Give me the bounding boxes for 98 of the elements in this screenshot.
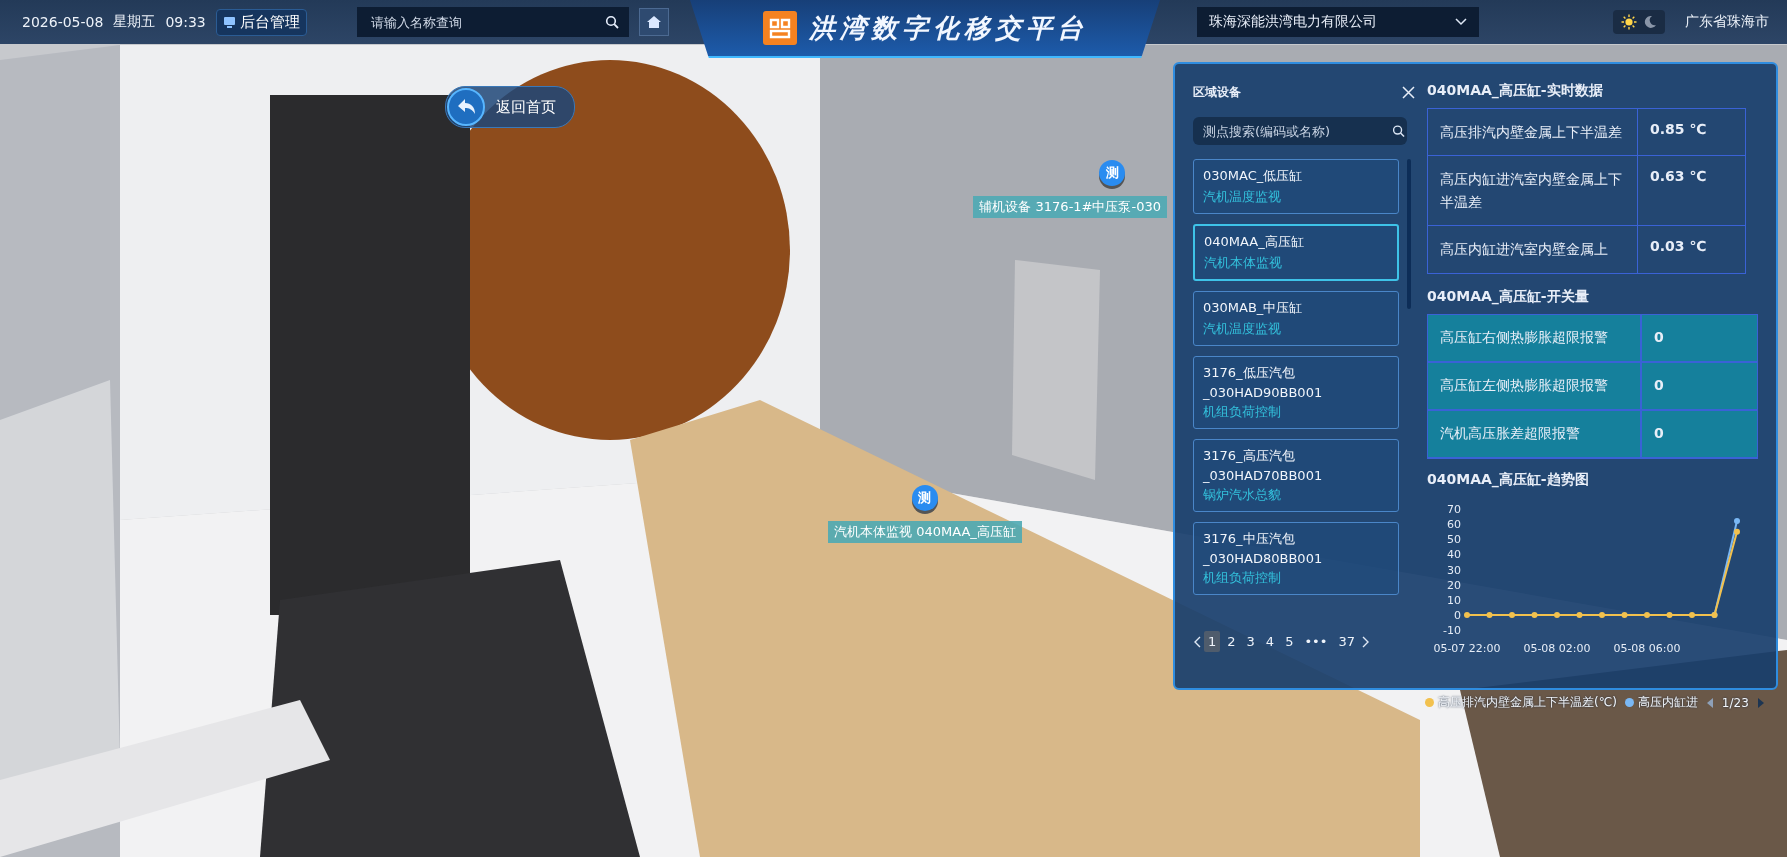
data-point <box>1509 611 1515 618</box>
device-name: _030HAD70BB001 <box>1203 468 1324 483</box>
x-tick-label: 05-08 06:00 <box>1613 641 1681 655</box>
home-button[interactable] <box>638 8 669 36</box>
device-card[interactable]: 3176_低压汽包 _030HAD90BB001 机组负荷控制 <box>1193 356 1399 429</box>
table-cell: 0 <box>1642 362 1758 409</box>
search-field[interactable]: 请输入名称查询 <box>356 7 629 37</box>
device-name: 030MAC_低压缸 <box>1203 167 1304 185</box>
location-text: 广东省珠海市 <box>1685 13 1769 31</box>
chevron-left-icon[interactable] <box>1193 635 1201 648</box>
section-title: 040MAA_高压缸-趋势图 <box>1427 470 1590 489</box>
legend-page-text: 1/23 <box>1721 695 1749 710</box>
table-cell: 0 <box>1642 410 1758 457</box>
y-tick-label: 0 <box>1454 608 1461 622</box>
y-tick-label: 20 <box>1447 578 1461 592</box>
data-point <box>1644 611 1650 618</box>
chevron-right-icon[interactable] <box>1361 635 1370 648</box>
page-button[interactable]: 1 <box>1204 631 1221 652</box>
chevron-down-icon <box>1455 18 1467 26</box>
monitor-icon <box>222 15 236 29</box>
admin-button[interactable]: 后台管理 <box>215 8 307 36</box>
table-cell: 汽机高压胀差超限报警 <box>1428 410 1642 457</box>
device-name: 3176_中压汽包 <box>1203 530 1296 548</box>
device-name: 3176_低压汽包 <box>1203 364 1296 382</box>
device-card[interactable]: 3176_高压汽包 _030HAD70BB001 锅炉汽水总貌 <box>1193 439 1399 512</box>
device-name: _030HAD90BB001 <box>1203 385 1324 400</box>
moon-icon[interactable] <box>1643 15 1657 29</box>
marker-label: 辅机设备 3176-1#中压泵-030 <box>973 196 1167 218</box>
data-point <box>1734 528 1740 535</box>
data-point <box>1621 611 1628 618</box>
data-point <box>1531 611 1538 618</box>
table-cell: 0.85 ℃ <box>1638 109 1746 156</box>
search-icon[interactable] <box>1392 124 1405 138</box>
device-category: 机组负荷控制 <box>1203 403 1282 421</box>
legend-label[interactable]: 高压内缸进 <box>1637 694 1698 711</box>
data-point <box>1599 611 1605 618</box>
data-point <box>1464 611 1470 618</box>
weekday-text: 星期五 <box>113 13 156 31</box>
theme-toggle[interactable] <box>1613 10 1665 34</box>
sun-icon[interactable] <box>1621 14 1637 30</box>
table-cell: 0 <box>1642 314 1758 361</box>
page-button[interactable]: 4 <box>1261 631 1279 652</box>
x-tick-label: 05-07 22:00 <box>1433 641 1501 655</box>
y-tick-label: 70 <box>1447 502 1461 516</box>
date-text: 2026-05-08 <box>22 14 104 30</box>
close-icon[interactable] <box>1402 86 1415 99</box>
page-button[interactable]: ••• <box>1300 631 1332 652</box>
device-name: _030HAD80BB001 <box>1203 551 1324 566</box>
page-button[interactable]: 37 <box>1334 631 1359 652</box>
y-tick-label: -10 <box>1443 623 1461 637</box>
device-category: 汽机温度监视 <box>1203 320 1282 338</box>
device-category: 汽机温度监视 <box>1203 188 1282 206</box>
table-cell: 高压内缸进汽室内壁金属上下半温差 <box>1428 156 1638 226</box>
platform-title: 洪湾数字化移交平台 <box>808 11 1088 45</box>
data-point <box>1734 517 1740 524</box>
y-tick-label: 10 <box>1447 593 1461 607</box>
device-card[interactable]: 030MAC_低压缸 汽机温度监视 <box>1193 159 1399 214</box>
y-tick-label: 50 <box>1447 532 1461 546</box>
home-icon <box>645 14 662 30</box>
device-card[interactable]: 040MAA_高压缸 汽机本体监视 <box>1193 224 1399 281</box>
table-cell: 0.03 ℃ <box>1638 226 1746 273</box>
device-category: 锅炉汽水总貌 <box>1203 486 1282 504</box>
back-home-button[interactable]: 返回首页 <box>445 86 575 128</box>
section-title: 040MAA_高压缸-开关量 <box>1427 287 1590 306</box>
device-category: 机组负荷控制 <box>1203 569 1282 587</box>
device-name: 030MAB_中压缸 <box>1203 299 1304 317</box>
search-icon[interactable] <box>604 15 619 29</box>
y-tick-label: 60 <box>1447 517 1461 531</box>
company-select[interactable]: 珠海深能洪湾电力有限公司 <box>1197 7 1479 37</box>
data-point <box>1576 611 1583 618</box>
table-cell: 高压内缸进汽室内壁金属上 <box>1428 226 1638 273</box>
y-tick-label: 30 <box>1447 563 1461 577</box>
table-cell: 0.63 ℃ <box>1638 156 1746 226</box>
triangle-left-icon[interactable] <box>1705 696 1714 709</box>
panel-title: 区域设备 <box>1193 84 1241 101</box>
device-card[interactable]: 3176_中压汽包 _030HAD80BB001 机组负荷控制 <box>1193 522 1399 595</box>
page-button[interactable]: 3 <box>1242 631 1259 652</box>
table-cell: 高压缸左侧热膨胀超限报警 <box>1428 362 1642 409</box>
page-button[interactable]: 5 <box>1281 631 1298 652</box>
section-title: 040MAA_高压缸-实时数据 <box>1427 82 1604 100</box>
point-search-field[interactable]: 测点搜索(编码或名称) <box>1193 117 1407 145</box>
y-tick-label: 40 <box>1447 547 1461 561</box>
logo-icon <box>762 11 797 45</box>
device-name: 3176_高压汽包 <box>1203 447 1296 465</box>
data-point <box>1486 611 1493 618</box>
page-button[interactable]: 2 <box>1223 631 1240 652</box>
table-cell: 高压缸右侧热膨胀超限报警 <box>1428 314 1642 361</box>
legend-label[interactable]: 高压排汽内壁金属上下半温差(℃) <box>1438 694 1617 711</box>
time-text: 09:33 <box>165 14 206 30</box>
device-category: 汽机本体监视 <box>1204 254 1283 272</box>
data-point <box>1666 611 1673 618</box>
x-tick-label: 05-08 02:00 <box>1523 641 1591 655</box>
device-card[interactable]: 030MAB_中压缸 汽机温度监视 <box>1193 291 1399 346</box>
marker-label: 汽机本体监视 040MAA_高压缸 <box>828 521 1022 543</box>
data-point <box>1689 611 1695 618</box>
table-cell: 高压排汽内壁金属上下半温差 <box>1428 109 1638 156</box>
data-point <box>1554 611 1560 618</box>
device-name: 040MAA_高压缸 <box>1204 233 1305 251</box>
